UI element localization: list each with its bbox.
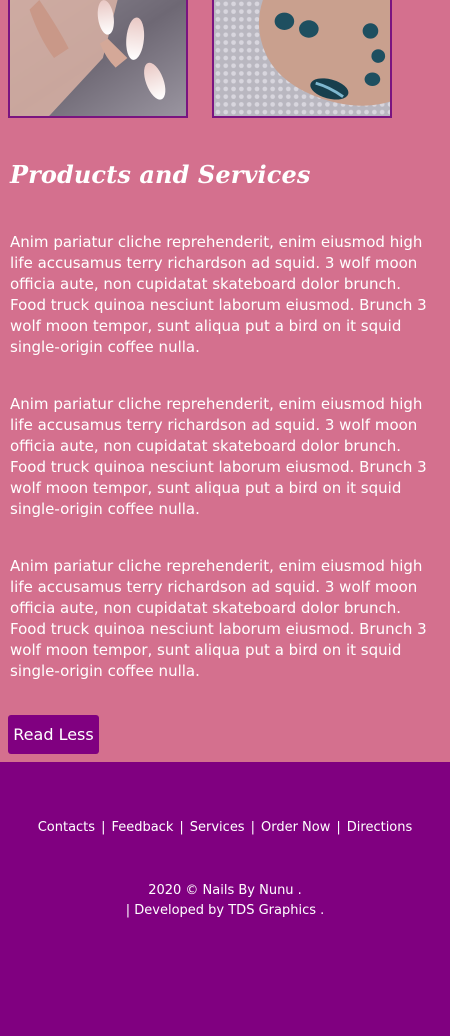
footer-link-order-now[interactable]: Order Now — [261, 820, 330, 835]
footer-link-feedback[interactable]: Feedback — [111, 820, 173, 835]
nav-separator: | — [179, 820, 184, 835]
section-title: Products and Services — [10, 160, 311, 189]
developer-credit: | Developed by TDS Graphics . — [125, 903, 325, 918]
nav-separator: | — [101, 820, 106, 835]
footer-link-contacts[interactable]: Contacts — [38, 820, 95, 835]
services-paragraph: Anim pariatur cliche reprehenderit, enim… — [10, 557, 427, 680]
footer-nav: Contacts | Feedback | Services | Order Now | Dir… — [0, 820, 450, 835]
footer: Contacts | Feedback | Services | Order Now | Dir… — [0, 762, 450, 1036]
copyright-line: 2020 © Nails By Nunu . — [148, 883, 302, 898]
photo-gallery — [0, 0, 450, 122]
services-paragraph: Anim pariatur cliche reprehenderit, enim… — [10, 395, 427, 518]
read-less-button[interactable]: Read Less — [8, 715, 99, 754]
manicure-nails-photo — [8, 0, 188, 118]
copyright: 2020 © Nails By Nunu . | Developed by TD… — [0, 881, 450, 921]
pedicure-toes-photo — [212, 0, 392, 118]
services-paragraph: Anim pariatur cliche reprehenderit, enim… — [10, 233, 427, 356]
footer-link-directions[interactable]: Directions — [347, 820, 413, 835]
footer-link-services[interactable]: Services — [190, 820, 245, 835]
nav-separator: | — [250, 820, 255, 835]
nav-separator: | — [336, 820, 341, 835]
